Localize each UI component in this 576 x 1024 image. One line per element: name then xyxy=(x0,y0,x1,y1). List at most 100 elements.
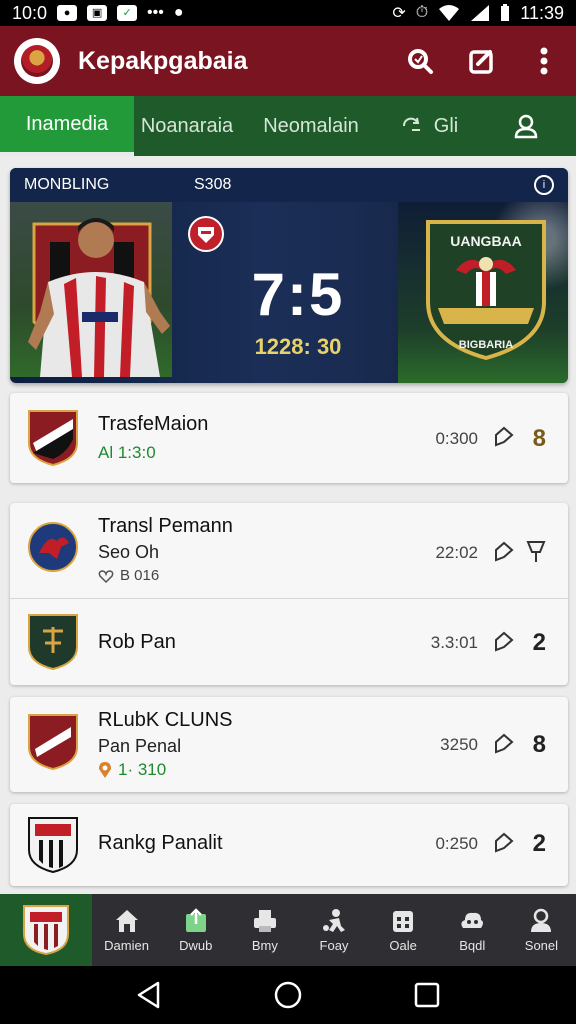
match-card: Transl Pemann Seo Oh B 016 22:02 Rob Pan… xyxy=(10,503,568,685)
nav-label: Bqdl xyxy=(459,937,486,953)
list-item[interactable]: RLubK CLUNS Pan Penal 1· 310 3250 8 xyxy=(10,697,568,792)
edit-icon xyxy=(469,50,493,74)
nav-label: Foay xyxy=(319,937,349,953)
tab-gli[interactable]: Gli xyxy=(382,96,476,156)
home-icon xyxy=(115,909,138,932)
tab-label: Noanaraia xyxy=(140,114,234,137)
calendar-icon xyxy=(393,910,414,932)
match-card: RLubK CLUNS Pan Penal 1· 310 3250 8 xyxy=(10,697,568,792)
cloud-icon xyxy=(461,912,484,928)
match-card: Rankg Panalit 0:250 2 xyxy=(10,804,568,886)
featured-match-card[interactable]: MONBLING S308 i 7:5 1228: 30 UANGBAA BIG… xyxy=(10,168,568,383)
share-icon[interactable] xyxy=(492,732,516,756)
circle-home-icon xyxy=(274,981,302,1009)
match-meta-text: Al 1:3:0 xyxy=(98,443,156,462)
match-title: TrasfeMaion xyxy=(98,413,209,435)
share-icon[interactable] xyxy=(492,540,516,564)
nav-bqdl[interactable]: Bqdl xyxy=(438,894,507,966)
more-notifications-icon: ••• xyxy=(147,4,164,21)
location-icon: ● xyxy=(173,4,184,21)
nav-label: Dwub xyxy=(179,937,213,953)
print-icon xyxy=(253,909,276,932)
match-time: 3250 xyxy=(440,735,478,754)
home-button[interactable] xyxy=(273,980,303,1010)
nav-club-home[interactable] xyxy=(0,894,92,966)
list-item[interactable]: TrasfeMaion Al 1:3:0 0:300 8 xyxy=(10,393,568,483)
nav-label: Sonel xyxy=(524,937,559,953)
tab-account[interactable] xyxy=(476,96,576,156)
away-crest-text-top: UANGBAA xyxy=(450,233,522,249)
match-count: 2 xyxy=(532,830,546,857)
bottom-navigation: Damien Dwub Bmy Foay Oale Bqdl Sonel xyxy=(0,894,576,966)
match-card: TrasfeMaion Al 1:3:0 0:300 8 xyxy=(10,393,568,483)
team-crest xyxy=(28,714,78,771)
share-icon[interactable] xyxy=(492,831,516,855)
team-crest xyxy=(28,410,78,467)
match-subtitle: Pan Penal xyxy=(98,736,182,756)
nav-oale[interactable]: Oale xyxy=(369,894,438,966)
match-time: 3.3:01 xyxy=(430,633,478,652)
tab-bar: Inamedia Noanaraia Neomalain Gli xyxy=(0,96,576,156)
user-icon xyxy=(514,114,538,139)
nav-label: Bmy xyxy=(251,937,278,953)
more-options-button[interactable] xyxy=(526,43,562,79)
player-photo xyxy=(10,202,172,377)
list-item[interactable]: Transl Pemann Seo Oh B 016 22:02 xyxy=(10,503,568,598)
status-bar: 10:0 ● ▣ ✓ ••• ● ⟳ ⏱ 11:39 xyxy=(0,0,576,26)
list-item[interactable]: Rankg Panalit 0:250 2 xyxy=(10,804,568,886)
tab-noanaraia[interactable]: Noanaraia xyxy=(134,96,240,156)
team-crest xyxy=(28,522,78,572)
signal-icon xyxy=(471,5,490,21)
match-meta: B 016 xyxy=(98,567,159,584)
tab-neomalain[interactable]: Neomalain xyxy=(240,96,382,156)
match-time: 0:300 xyxy=(435,429,478,448)
app-logo[interactable] xyxy=(14,38,60,84)
search-button[interactable] xyxy=(402,43,438,79)
status-time-right: 11:39 xyxy=(520,2,564,23)
recents-button[interactable] xyxy=(412,980,442,1010)
profile-icon xyxy=(531,908,552,932)
match-score: 7:5 xyxy=(251,261,345,328)
battery-icon xyxy=(501,4,510,21)
match-time: 0:250 xyxy=(435,834,478,853)
wifi-icon xyxy=(439,5,460,21)
match-title: Rankg Panalit xyxy=(98,832,223,854)
share-icon[interactable] xyxy=(492,630,516,654)
tab-inamedia[interactable]: Inamedia xyxy=(0,96,134,156)
featured-match-header: MONBLING S308 i xyxy=(10,168,568,202)
list-item[interactable]: Rob Pan 3.3:01 2 xyxy=(10,599,568,685)
app-notification-icon: ● xyxy=(57,5,78,21)
person-kick-icon xyxy=(322,908,345,932)
team-crest xyxy=(28,817,78,874)
search-icon xyxy=(408,49,433,74)
nav-sonel[interactable]: Sonel xyxy=(507,894,576,966)
nav-damien[interactable]: Damien xyxy=(92,894,161,966)
match-title: RLubK CLUNS xyxy=(98,709,233,731)
info-icon[interactable]: i xyxy=(534,175,554,195)
match-round: S308 xyxy=(194,176,232,193)
more-vert-icon xyxy=(540,47,548,75)
compose-button[interactable] xyxy=(464,43,500,79)
upload-icon xyxy=(185,907,206,932)
match-meta-text: B 016 xyxy=(120,567,160,584)
away-team-crest: UANGBAA BIGBARIA xyxy=(426,220,546,361)
match-title: Transl Pemann xyxy=(98,515,233,537)
square-recents-icon xyxy=(414,982,439,1008)
trophy-icon[interactable] xyxy=(526,540,546,564)
club-crest-icon xyxy=(23,905,69,956)
sync-icon: ⟳ xyxy=(392,5,406,22)
match-time: 1228: 30 xyxy=(254,334,342,359)
share-icon[interactable] xyxy=(492,425,516,449)
check-notification-icon: ✓ xyxy=(117,5,138,21)
nav-foay[interactable]: Foay xyxy=(299,894,368,966)
nav-bmy[interactable]: Bmy xyxy=(230,894,299,966)
back-button[interactable] xyxy=(134,980,164,1010)
nav-label: Damien xyxy=(104,937,149,953)
back-icon xyxy=(138,981,160,1009)
league-name: MONBLING xyxy=(24,176,110,193)
team-crest xyxy=(28,614,78,671)
nav-dwub[interactable]: Dwub xyxy=(161,894,230,966)
system-navigation-bar xyxy=(0,966,576,1024)
match-count: 2 xyxy=(532,629,546,656)
nav-label: Oale xyxy=(389,937,417,953)
